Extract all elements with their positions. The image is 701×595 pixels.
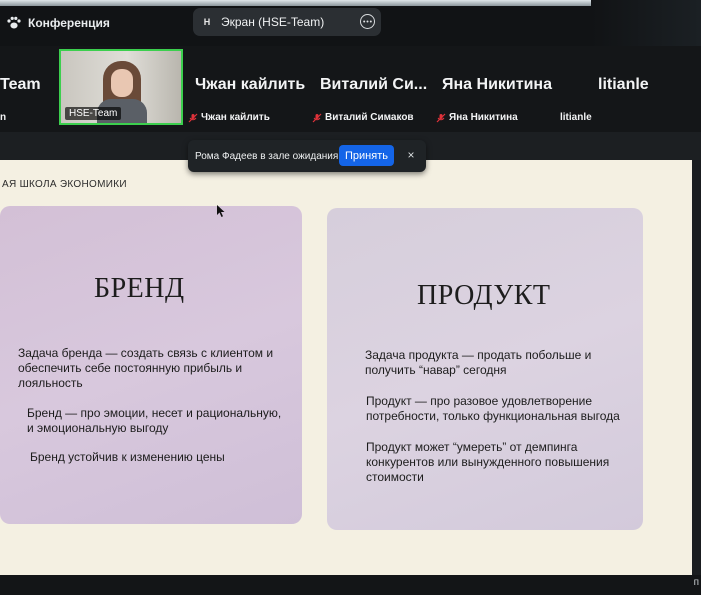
participant-caption: HSE-Team [65, 107, 122, 120]
waiting-room-banner: Рома Фадеев в зале ожидания Принять × [188, 140, 426, 172]
product-title: ПРОДУКТ [417, 280, 551, 311]
participant-tile-vitaliy[interactable]: Виталий Си... Виталий Симаков [310, 50, 430, 128]
window-right-edge [692, 160, 701, 575]
participant-tile-litianle[interactable]: litianle litianle [560, 50, 670, 128]
paw-icon [7, 16, 21, 29]
shared-slide: АЯ ШКОЛА ЭКОНОМИКИ БРЕНД Задача бренда —… [0, 160, 692, 575]
brand-point: Бренд — про эмоции, несет и рациональную… [27, 406, 282, 435]
app-title-text: Конференция [28, 16, 110, 30]
product-point: Задача продукта — продать побольше и пол… [365, 348, 592, 377]
participant-name: Виталий Си... [320, 76, 428, 93]
participant-caption-text: Виталий Симаков [325, 112, 414, 123]
mic-off-icon [188, 113, 198, 122]
participant-tile-yana[interactable]: Яна Никитина Яна Никитина [436, 50, 556, 128]
participants-strip: Team n HSE-Team Чжан кайлить Чжан кайлит… [0, 46, 701, 132]
dots-icon [363, 20, 372, 23]
more-horizontal-icon[interactable] [360, 14, 375, 29]
app-title-bar: Конференция H Экран (HSE-Team) [0, 0, 701, 48]
bottom-toolbar: п [0, 575, 701, 595]
participant-name: Team [0, 76, 41, 93]
admit-button[interactable]: Принять [339, 145, 394, 166]
participant-caption: Чжан кайлить [188, 112, 270, 123]
brand-point: Бренд устойчив к изменению цены [30, 450, 225, 464]
screen-share-pill[interactable]: H Экран (HSE-Team) [193, 8, 381, 36]
participant-caption: n [0, 112, 7, 123]
close-icon[interactable]: × [404, 148, 418, 162]
participant-caption: Яна Никитина [436, 112, 518, 123]
participant-tile-zhan[interactable]: Чжан кайлить Чжан кайлить [188, 50, 308, 128]
app-bar-right [591, 0, 701, 48]
app-title: Конференция [6, 16, 110, 30]
product-point: Продукт может “умереть” от демпинга конк… [366, 440, 610, 484]
mic-off-icon [436, 113, 446, 122]
brand-title: БРЕНД [94, 273, 185, 304]
mouse-pointer-icon [217, 205, 225, 217]
screen-share-badge: H [203, 17, 211, 27]
video-person-face [111, 69, 133, 97]
participant-name: litianle [598, 76, 649, 93]
mic-off-icon [312, 113, 322, 122]
participant-caption: litianle [560, 112, 592, 123]
participant-name: Чжан кайлить [195, 76, 306, 93]
brand-card: БРЕНД Задача бренда — создать связь с кл… [0, 206, 302, 524]
participant-name: Яна Никитина [442, 76, 552, 93]
brand-point: Задача бренда — создать связь с клиентом… [18, 346, 274, 390]
participant-caption-text: Чжан кайлить [201, 112, 270, 123]
participant-video-hse-team[interactable]: HSE-Team [59, 49, 183, 125]
product-point: Продукт — про разовое удовлетворение пот… [366, 394, 620, 423]
participant-caption: Виталий Симаков [312, 112, 414, 123]
slide-header: АЯ ШКОЛА ЭКОНОМИКИ [2, 179, 127, 190]
bottom-toolbar-label: п [693, 577, 699, 588]
participant-tile-team[interactable]: Team n [0, 50, 56, 128]
product-card: ПРОДУКТ Задача продукта — продать поболь… [327, 208, 643, 530]
waiting-room-message: Рома Фадеев в зале ожидания [195, 150, 339, 162]
screen-share-title: Экран (HSE-Team) [221, 15, 325, 29]
participant-caption-text: Яна Никитина [449, 112, 518, 123]
